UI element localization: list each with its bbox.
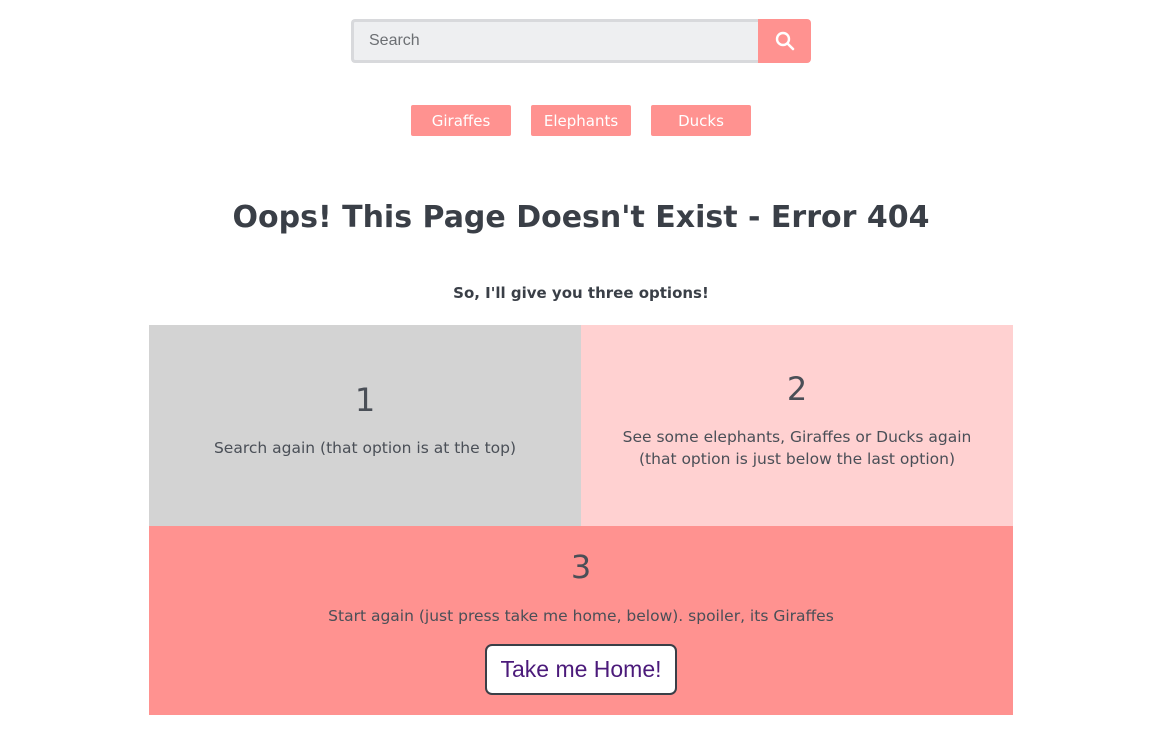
option-1-text: Search again (that option is at the top) (213, 439, 517, 457)
take-me-home-button[interactable]: Take me Home! (485, 644, 677, 695)
elephants-button[interactable]: Elephants (531, 105, 631, 136)
search-bar (351, 19, 811, 63)
option-2-panel: 2 See some elephants, Giraffes or Ducks … (581, 325, 1013, 526)
option-3-number: 3 (570, 548, 592, 586)
page-subtitle: So, I'll give you three options! (453, 284, 709, 302)
option-2-number: 2 (786, 370, 808, 408)
error-404-page: Giraffes Elephants Ducks Oops! This Page… (0, 0, 1150, 748)
search-icon (775, 31, 794, 51)
ducks-button[interactable]: Ducks (651, 105, 751, 136)
search-button[interactable] (758, 19, 811, 63)
options-grid: 1 Search again (that option is at the to… (149, 325, 1013, 715)
giraffes-button[interactable]: Giraffes (411, 105, 511, 136)
category-nav: Giraffes Elephants Ducks (0, 105, 1150, 136)
option-2-text: See some elephants, Giraffes or Ducks ag… (622, 428, 972, 468)
option-1-panel: 1 Search again (that option is at the to… (149, 325, 581, 526)
option-1-number: 1 (354, 381, 376, 419)
option-3-panel: 3 Start again (just press take me home, … (149, 526, 1013, 715)
option-3-text: Start again (just press take me home, be… (328, 607, 834, 625)
search-input[interactable] (351, 19, 758, 63)
page-title: Oops! This Page Doesn't Exist - Error 40… (232, 200, 930, 235)
